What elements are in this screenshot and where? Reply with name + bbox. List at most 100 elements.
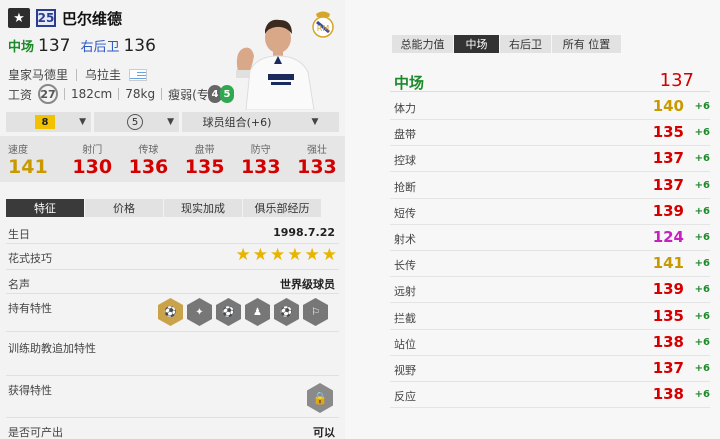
trait-icon[interactable]: ⚐: [303, 298, 328, 326]
attribute-value: 137: [652, 359, 684, 377]
fame-value: 世界级球员: [280, 278, 335, 291]
attribute-row: 控球 137 +6: [390, 146, 710, 173]
star-icon: ★: [270, 245, 286, 265]
club-row: 皇家马德里 乌拉圭: [8, 66, 148, 83]
attribute-bonus: +6: [694, 205, 710, 217]
tab-traits[interactable]: 特征: [6, 199, 85, 217]
player-portrait: [236, 19, 315, 110]
attribute-label: 盘带: [394, 128, 416, 142]
attribute-value: 138: [652, 385, 684, 404]
trait-icon[interactable]: ✦: [187, 298, 212, 326]
attribute-row: 站位 138 +6: [390, 330, 710, 356]
attribute-label: 体力: [394, 102, 416, 115]
attribute-row: 抢断 137 +6: [390, 173, 710, 199]
ball-trait-icon[interactable]: ⚽: [158, 298, 183, 326]
position-summary-value: 137: [659, 70, 694, 91]
real-madrid-crest-icon: RM: [312, 11, 334, 38]
boost-dropdown[interactable]: 5 ▼: [94, 112, 179, 132]
favorite-star-icon[interactable]: ★: [8, 8, 30, 28]
attribute-row: 长传 141 +6: [390, 251, 710, 278]
attribute-label: 控球: [394, 154, 416, 168]
divider: [161, 88, 163, 100]
tradable-row: 是否可产出 可以: [6, 420, 339, 439]
player-name: 巴尔维德: [62, 9, 123, 28]
nationality: 乌拉圭: [85, 68, 122, 82]
main-position-label: 中场: [8, 40, 35, 55]
detail-tabs: 特征 价格 现实加成 俱乐部经历: [6, 199, 322, 217]
attribute-label: 抢断: [394, 180, 416, 194]
chevron-down-icon: ▼: [311, 117, 319, 127]
stat-label: 防守: [250, 144, 271, 156]
tab-price[interactable]: 价格: [85, 199, 164, 217]
traits-row: 持有特性 ⚽ ✦ ⚽ ♟ ⚽ ⚐: [6, 296, 339, 332]
attribute-value: 141: [652, 254, 684, 273]
attribute-bonus: +6: [694, 310, 710, 322]
attribute-row: 射术 124 +6: [390, 225, 710, 251]
tab-club-history[interactable]: 俱乐部经历: [243, 199, 322, 217]
tab-rb[interactable]: 右后卫: [500, 35, 552, 53]
attribute-row: 视野 137 +6: [390, 356, 710, 382]
attribute-label: 长传: [394, 259, 416, 273]
season-number-badge: 25: [36, 9, 56, 27]
tab-overall[interactable]: 总能力值: [392, 35, 454, 53]
star-icon: ★: [235, 245, 251, 265]
tab-all-positions[interactable]: 所有 位置: [552, 35, 622, 53]
skill-moves-label: 花式技巧: [8, 252, 52, 265]
stat-label: 强壮: [306, 144, 327, 156]
stat-label: 传球: [138, 144, 159, 156]
trait-icon[interactable]: ⚽: [274, 298, 299, 326]
divider: [76, 68, 78, 81]
attribute-row: 反应 138 +6: [390, 382, 710, 409]
acquired-traits-label: 获得特性: [8, 384, 52, 397]
lock-icon[interactable]: 🔒: [307, 383, 333, 413]
team-combo-label: 球员组合(+6): [202, 116, 272, 129]
attribute-bonus: +6: [694, 389, 710, 401]
attribute-label: 射术: [394, 233, 416, 246]
attribute-bonus: +6: [694, 284, 710, 296]
player-card-panel: ★ 25 巴尔维德 中场 137 右后卫 136 皇家马德里 乌拉圭 工资 27…: [0, 0, 345, 439]
attribute-value: 138: [652, 332, 684, 351]
team-combo-dropdown[interactable]: 球员组合(+6) ▼: [182, 112, 339, 132]
attribute-row: 短传 139 +6: [390, 199, 710, 225]
stat-shooting: 射门 130: [64, 136, 120, 182]
weight: 78kg: [125, 87, 156, 101]
player-header: ★ 25 巴尔维德: [8, 8, 122, 28]
tradable-label: 是否可产出: [8, 426, 63, 439]
wage-label: 工资: [8, 87, 33, 102]
skill-stars: ★ ★ ★ ★ ★ ★: [236, 247, 338, 264]
main-stats-row: 速度 141 射门 130 传球 136 盘带 135 防守 133 强壮 13…: [0, 136, 345, 182]
attribute-bonus: +6: [694, 363, 710, 374]
fame-row: 名声 世界级球员: [6, 272, 339, 294]
attribute-value: 139: [652, 201, 684, 220]
enhance-level-chip: 8: [35, 115, 55, 129]
stat-passing: 传球 136: [120, 136, 176, 182]
stat-value: 133: [297, 155, 337, 178]
selector-row: 8 ▼ 5 ▼ 球员组合(+6) ▼: [6, 112, 339, 132]
attribute-bonus: +6: [694, 258, 710, 270]
tab-live-boost[interactable]: 现实加成: [164, 199, 243, 217]
birthday-label: 生日: [8, 228, 30, 241]
stat-dribbling: 盘带 135: [177, 136, 233, 182]
position-summary-label: 中场: [394, 74, 425, 92]
alt-position-value: 136: [123, 36, 156, 56]
main-position-value: 137: [38, 36, 71, 56]
enhance-level-dropdown[interactable]: 8 ▼: [6, 112, 91, 132]
attribute-label: 拦截: [394, 311, 416, 325]
attribute-value: 140: [652, 97, 684, 115]
attribute-bonus: +6: [694, 127, 710, 139]
trait-icon[interactable]: ⚽: [216, 298, 241, 326]
birthday-value: 1998.7.22: [273, 226, 335, 239]
attribute-label: 短传: [394, 206, 416, 220]
trait-icon[interactable]: ♟: [245, 298, 270, 326]
attribute-label: 反应: [394, 390, 416, 404]
boost-chip: 5: [127, 114, 143, 130]
attribute-label: 远射: [394, 285, 416, 299]
coach-traits-row: 训练助教追加特性: [6, 336, 339, 376]
tab-cm[interactable]: 中场: [454, 35, 500, 53]
info-row: 工资 27 182cm 78kg 瘦弱(专属): [8, 84, 225, 104]
chevron-down-icon: ▼: [79, 117, 86, 127]
attribute-bonus: +6: [694, 336, 710, 348]
stat-value: 133: [240, 155, 281, 178]
attribute-label: 视野: [394, 364, 416, 377]
position-tabs: 总能力值 中场 右后卫 所有 位置: [392, 35, 622, 53]
